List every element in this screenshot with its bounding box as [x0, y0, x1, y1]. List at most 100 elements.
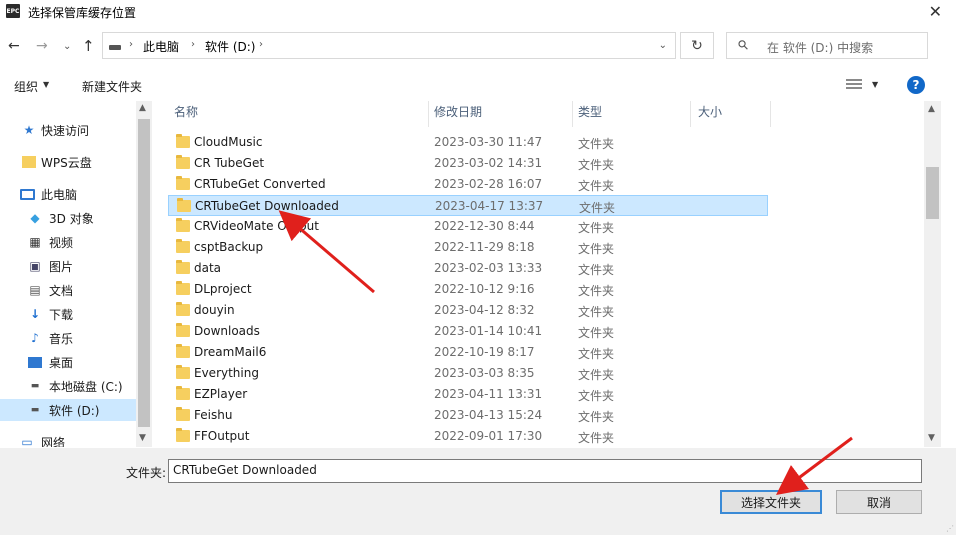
column-divider[interactable] — [428, 101, 429, 127]
sidebar-scroll-thumb[interactable] — [138, 119, 150, 427]
column-header-date[interactable]: 修改日期 — [434, 103, 482, 127]
column-header-name[interactable]: 名称 ^ — [174, 101, 322, 127]
forward-arrow-icon[interactable]: → — [36, 38, 48, 54]
breadcrumb-chevron-icon[interactable]: › — [191, 39, 195, 50]
file-row[interactable]: csptBackup 2022-11-29 8:18 文件夹 — [168, 237, 768, 258]
organize-button[interactable]: 组织 — [14, 78, 38, 95]
folder-icon — [176, 386, 190, 400]
window-title: 选择保管库缓存位置 — [28, 6, 137, 20]
sidebar-item-this-pc[interactable]: 此电脑 — [0, 183, 136, 205]
cube-icon: ◆ — [30, 211, 40, 225]
recent-locations-chevron-icon[interactable]: ⌄ — [63, 41, 71, 52]
folder-icon — [177, 198, 191, 212]
folder-icon — [176, 302, 190, 316]
sort-ascending-icon: ^ — [314, 101, 322, 107]
address-history-chevron-icon[interactable]: ⌄ — [659, 40, 667, 51]
address-bar[interactable]: › 此电脑 › 软件 (D:) › ⌄ — [102, 32, 676, 59]
sidebar-item-music[interactable]: ♪ 音乐 — [0, 327, 136, 349]
network-icon: ▭ — [21, 435, 33, 447]
folder-icon — [176, 323, 190, 337]
new-folder-button[interactable]: 新建文件夹 — [82, 78, 142, 95]
file-row[interactable]: CloudMusic 2023-03-30 11:47 文件夹 — [168, 132, 768, 153]
scroll-down-arrow-icon[interactable]: ▼ — [139, 433, 146, 443]
image-icon: ▣ — [29, 259, 41, 273]
resize-grip-icon[interactable]: ⋰ — [946, 524, 954, 533]
star-icon: ★ — [23, 123, 35, 137]
file-row[interactable]: Everything 2023-03-03 8:35 文件夹 — [168, 363, 768, 384]
scroll-up-arrow-icon[interactable]: ▲ — [139, 103, 146, 113]
drive-icon — [109, 45, 121, 50]
sidebar-item-network[interactable]: ▭ 网络 — [0, 431, 136, 447]
file-list-scrollbar[interactable]: ▲ ▼ — [924, 101, 941, 447]
up-arrow-icon[interactable]: ↑ — [82, 37, 95, 55]
folder-icon — [176, 344, 190, 358]
desktop-icon — [28, 356, 42, 368]
view-options-caret-icon[interactable]: ▼ — [872, 80, 878, 89]
app-logo-icon: EPC — [6, 4, 20, 18]
sidebar-item-downloads[interactable]: ↓ 下载 — [0, 303, 136, 325]
select-folder-button[interactable]: 选择文件夹 — [720, 490, 822, 514]
file-row[interactable]: FFOutput 2022-09-01 17:30 文件夹 — [168, 426, 768, 447]
sidebar-item-desktop[interactable]: 桌面 — [0, 351, 136, 373]
column-divider[interactable] — [770, 101, 771, 127]
file-row[interactable]: Downloads 2023-01-14 10:41 文件夹 — [168, 321, 768, 342]
file-row[interactable]: douyin 2023-04-12 8:32 文件夹 — [168, 300, 768, 321]
breadcrumb-drive-d[interactable]: 软件 (D:) — [205, 38, 255, 55]
sidebar-item-3d-objects[interactable]: ◆ 3D 对象 — [0, 207, 136, 229]
film-icon: ▦ — [29, 235, 41, 249]
file-row[interactable]: CR TubeGet 2023-03-02 14:31 文件夹 — [168, 153, 768, 174]
sidebar-item-wps-cloud[interactable]: WPS云盘 — [0, 151, 136, 173]
folder-icon — [176, 260, 190, 274]
title-bar: EPC 选择保管库缓存位置 ✕ — [0, 0, 956, 24]
sidebar-item-pictures[interactable]: ▣ 图片 — [0, 255, 136, 277]
folder-field-label: 文件夹: — [126, 466, 167, 480]
file-list: 名称 ^ 修改日期 类型 大小 CloudMusic 2023-03-30 11… — [152, 101, 924, 447]
breadcrumb-this-pc[interactable]: 此电脑 — [143, 38, 179, 55]
file-list-scroll-thumb[interactable] — [926, 167, 939, 219]
help-icon[interactable]: ? — [907, 76, 925, 94]
refresh-icon: ↻ — [691, 37, 703, 54]
scroll-up-arrow-icon[interactable]: ▲ — [928, 104, 935, 114]
dialog-footer: 文件夹: CRTubeGet Downloaded 选择文件夹 取消 ⋰ — [0, 448, 956, 535]
column-divider[interactable] — [572, 101, 573, 127]
sidebar-item-videos[interactable]: ▦ 视频 — [0, 231, 136, 253]
refresh-button[interactable]: ↻ — [680, 32, 714, 59]
column-header-size[interactable]: 大小 — [698, 103, 722, 127]
breadcrumb-chevron-icon[interactable]: › — [129, 39, 133, 50]
music-icon: ♪ — [31, 331, 39, 345]
folder-icon — [176, 134, 190, 148]
file-row[interactable]: CRTubeGet Converted 2023-02-28 16:07 文件夹 — [168, 174, 768, 195]
file-row[interactable]: Feishu 2023-04-13 15:24 文件夹 — [168, 405, 768, 426]
search-placeholder: 在 软件 (D:) 中搜索 — [767, 41, 874, 55]
column-divider[interactable] — [690, 101, 691, 127]
file-row[interactable]: data 2023-02-03 13:33 文件夹 — [168, 258, 768, 279]
close-icon[interactable]: ✕ — [929, 2, 942, 21]
file-row[interactable]: DLproject 2022-10-12 9:16 文件夹 — [168, 279, 768, 300]
folder-name-field[interactable]: CRTubeGet Downloaded — [168, 459, 922, 483]
file-row[interactable]: DreamMail6 2022-10-19 8:17 文件夹 — [168, 342, 768, 363]
sidebar-item-software-d[interactable]: ▬ 软件 (D:) — [0, 399, 136, 421]
command-toolbar: 组织 ▼ 新建文件夹 ▼ ? — [0, 72, 956, 98]
folder-icon — [176, 428, 190, 442]
folder-icon — [176, 218, 190, 232]
file-row[interactable]: EZPlayer 2023-04-11 13:31 文件夹 — [168, 384, 768, 405]
cancel-button[interactable]: 取消 — [836, 490, 922, 514]
sidebar-item-local-disk-c[interactable]: ▬ 本地磁盘 (C:) — [0, 375, 136, 397]
sidebar-item-documents[interactable]: ▤ 文档 — [0, 279, 136, 301]
folder-icon — [176, 239, 190, 253]
drive-icon: ▬ — [30, 405, 40, 415]
file-row[interactable]: CRVideoMate Output 2022-12-30 8:44 文件夹 — [168, 216, 768, 237]
back-arrow-icon[interactable]: ← — [8, 38, 20, 54]
scroll-down-arrow-icon[interactable]: ▼ — [928, 433, 935, 443]
computer-icon — [20, 188, 35, 200]
sidebar-scrollbar[interactable]: ▲ ▼ — [136, 101, 152, 447]
search-input[interactable]: ⚲ 在 软件 (D:) 中搜索 — [726, 32, 928, 59]
column-header-type[interactable]: 类型 — [578, 103, 602, 127]
view-options-icon[interactable] — [846, 79, 862, 91]
folder-icon — [22, 156, 36, 168]
sidebar-item-quick-access[interactable]: ★ 快速访问 — [0, 119, 136, 141]
organize-caret-icon[interactable]: ▼ — [43, 80, 49, 89]
breadcrumb-chevron-icon[interactable]: › — [259, 39, 263, 50]
file-row-selected[interactable]: CRTubeGet Downloaded 2023-04-17 13:37 文件… — [168, 195, 768, 216]
folder-icon — [176, 365, 190, 379]
